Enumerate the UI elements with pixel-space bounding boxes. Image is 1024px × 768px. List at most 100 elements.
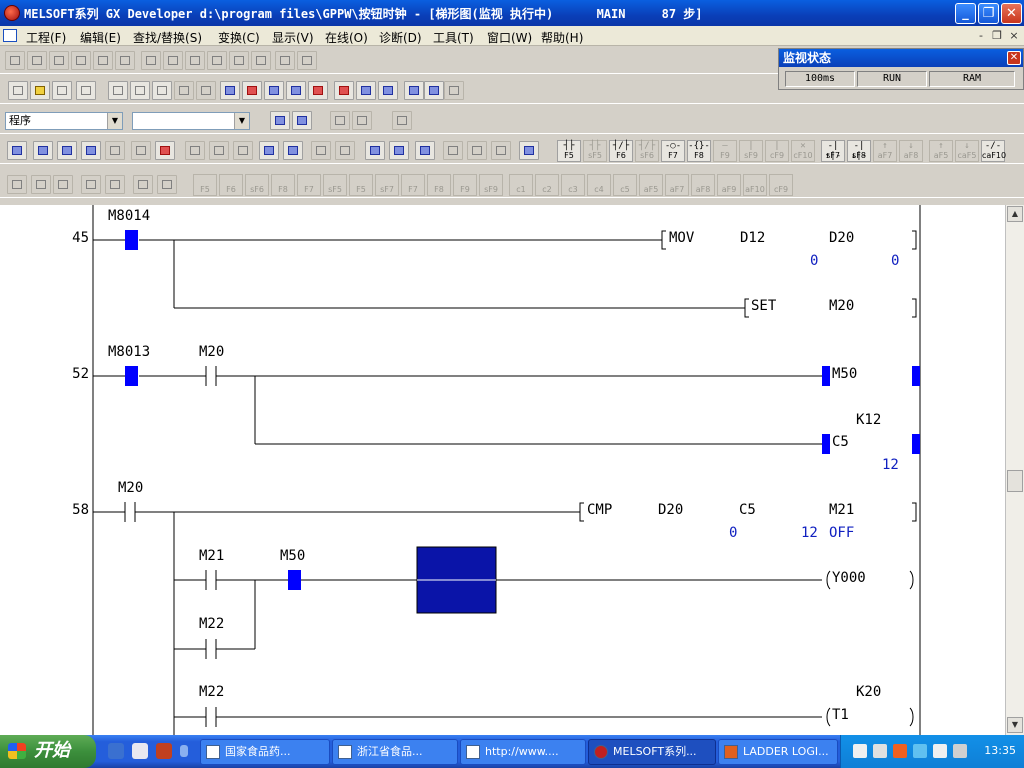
maximize-button[interactable]: ❐ bbox=[978, 3, 999, 24]
toolbar-button-icon[interactable] bbox=[334, 81, 354, 100]
menu-convert[interactable]: 变换(C) bbox=[218, 29, 260, 46]
toolbar-button-icon[interactable] bbox=[5, 51, 25, 70]
toolbar-button-icon[interactable] bbox=[491, 141, 511, 160]
toolbar-button-icon[interactable] bbox=[264, 81, 284, 100]
toolbar-button-icon[interactable] bbox=[53, 175, 73, 194]
menu-help[interactable]: 帮助(H) bbox=[541, 29, 583, 46]
toolbar-button-icon[interactable] bbox=[443, 141, 463, 160]
toolbar-button-icon[interactable] bbox=[81, 141, 101, 160]
ladder-symbol-button[interactable]: ┤├ sF5 bbox=[583, 140, 607, 162]
toolbar-button-icon[interactable] bbox=[415, 141, 435, 160]
app-tray-icon[interactable] bbox=[893, 744, 907, 758]
toolbar-button-icon[interactable] bbox=[105, 175, 125, 194]
menu-online[interactable]: 在线(O) bbox=[325, 29, 368, 46]
toolbar-button-icon[interactable] bbox=[8, 81, 28, 100]
toolbar-button-icon[interactable] bbox=[141, 51, 161, 70]
toolbar-button-icon[interactable] bbox=[356, 81, 376, 100]
toolbar-button-icon[interactable] bbox=[335, 141, 355, 160]
start-button[interactable]: 开始 bbox=[0, 735, 96, 768]
toolbar-button-icon[interactable] bbox=[209, 141, 229, 160]
toolbar-button-icon[interactable] bbox=[152, 81, 172, 100]
toolbar-button-icon[interactable] bbox=[424, 81, 444, 100]
task-button[interactable]: http://www.... bbox=[460, 739, 586, 765]
toolbar-button-icon[interactable] bbox=[7, 175, 27, 194]
ladder-symbol-button[interactable]: aF9 bbox=[717, 174, 741, 196]
app-quicklaunch-icon[interactable] bbox=[156, 743, 172, 759]
toolbar-button-icon[interactable] bbox=[93, 51, 113, 70]
ladder-symbol-button[interactable]: c5 bbox=[613, 174, 637, 196]
toolbar-button-icon[interactable] bbox=[57, 141, 77, 160]
toolbar-button-icon[interactable] bbox=[108, 81, 128, 100]
toolbar-button-icon[interactable] bbox=[352, 111, 372, 130]
menu-project[interactable]: 工程(F) bbox=[26, 29, 66, 46]
toolbar-button-icon[interactable] bbox=[389, 141, 409, 160]
ladder-symbol-button[interactable]: aF10 bbox=[743, 174, 767, 196]
toolbar-button-icon[interactable] bbox=[71, 51, 91, 70]
toolbar-button-icon[interactable] bbox=[229, 51, 249, 70]
toolbar-button-icon[interactable] bbox=[155, 141, 175, 160]
ladder-symbol-button[interactable]: -○- F7 bbox=[661, 140, 685, 162]
ladder-symbol-button[interactable]: ↑ aF7 bbox=[873, 140, 897, 162]
chevron-down-icon[interactable]: ▼ bbox=[234, 113, 249, 129]
toolbar-button-icon[interactable] bbox=[163, 51, 183, 70]
mdi-minimize-button[interactable]: - bbox=[974, 29, 988, 42]
scroll-thumb[interactable] bbox=[1007, 470, 1023, 492]
toolbar-button-icon[interactable] bbox=[519, 141, 539, 160]
toolbar-button-icon[interactable] bbox=[330, 111, 350, 130]
toolbar-button-icon[interactable] bbox=[49, 51, 69, 70]
ladder-symbol-button[interactable]: c1 bbox=[509, 174, 533, 196]
toolbar-button-icon[interactable] bbox=[133, 175, 153, 194]
toolbar-button-icon[interactable] bbox=[207, 51, 227, 70]
ladder-symbol-button[interactable]: F8 bbox=[271, 174, 295, 196]
toolbar-button-icon[interactable] bbox=[404, 81, 424, 100]
ladder-symbol-button[interactable]: ┤├ F5 bbox=[557, 140, 581, 162]
ladder-symbol-button[interactable]: ↓ aF8 bbox=[899, 140, 923, 162]
m8013-contact-on[interactable] bbox=[125, 366, 138, 386]
toolbar-button-icon[interactable] bbox=[467, 141, 487, 160]
secondary-combo[interactable]: ▼ bbox=[132, 112, 250, 130]
toolbar-button-icon[interactable] bbox=[185, 51, 205, 70]
ladder-symbol-button[interactable]: F5 bbox=[349, 174, 373, 196]
menu-find-replace[interactable]: 查找/替换(S) bbox=[133, 29, 202, 46]
close-icon[interactable]: ✕ bbox=[1007, 51, 1021, 65]
minimize-button[interactable]: _ bbox=[955, 3, 976, 24]
ladder-symbol-button[interactable]: sF6 bbox=[245, 174, 269, 196]
mdi-restore-button[interactable]: ❐ bbox=[990, 29, 1004, 42]
toolbar-button-icon[interactable] bbox=[7, 141, 27, 160]
toolbar-button-icon[interactable] bbox=[157, 175, 177, 194]
program-combo[interactable]: 程序 ▼ bbox=[5, 112, 123, 130]
ladder-symbol-button[interactable]: F7 bbox=[297, 174, 321, 196]
melsoft-app-icon[interactable] bbox=[4, 5, 20, 21]
ladder-symbol-button[interactable]: -{}- F8 bbox=[687, 140, 711, 162]
ladder-symbol-button[interactable]: F5 bbox=[193, 174, 217, 196]
toolbar-button-icon[interactable] bbox=[308, 81, 328, 100]
task-button[interactable]: LADDER LOGI... bbox=[718, 739, 838, 765]
ladder-symbol-button[interactable]: ┤/├ F6 bbox=[609, 140, 633, 162]
toolbar-button-icon[interactable] bbox=[270, 111, 290, 130]
toolbar-button-icon[interactable] bbox=[81, 175, 101, 194]
toolbar-button-icon[interactable] bbox=[259, 141, 279, 160]
ladder-symbol-button[interactable]: — F9 bbox=[713, 140, 737, 162]
ladder-symbol-button[interactable]: -|↑|- sF7 bbox=[821, 140, 845, 162]
ladder-symbol-button[interactable]: ↓ caF5 bbox=[955, 140, 979, 162]
document-icon[interactable] bbox=[3, 29, 17, 42]
toolbar-button-icon[interactable] bbox=[130, 81, 150, 100]
ladder-symbol-button[interactable]: | cF9 bbox=[765, 140, 789, 162]
toolbar-button-icon[interactable] bbox=[444, 81, 464, 100]
menu-edit[interactable]: 编辑(E) bbox=[80, 29, 121, 46]
toolbar-button-icon[interactable] bbox=[365, 141, 385, 160]
ladder-diagram-area[interactable]: 45 52 58 M8014 MOV D12 D20 0 0 SET M20 M… bbox=[0, 205, 1005, 735]
toolbar-button-icon[interactable] bbox=[196, 81, 216, 100]
tray-icon[interactable] bbox=[953, 744, 967, 758]
m50-contact-on[interactable] bbox=[288, 570, 301, 590]
toolbar-button-icon[interactable] bbox=[52, 81, 72, 100]
ladder-symbol-button[interactable]: aF8 bbox=[691, 174, 715, 196]
toolbar-button-icon[interactable] bbox=[76, 81, 96, 100]
ladder-symbol-button[interactable]: -|↓|- sF8 bbox=[847, 140, 871, 162]
toolbar-button-icon[interactable] bbox=[174, 81, 194, 100]
toolbar-button-icon[interactable] bbox=[286, 81, 306, 100]
toolbar-button-icon[interactable] bbox=[33, 141, 53, 160]
ladder-symbol-button[interactable]: F8 bbox=[427, 174, 451, 196]
network-icon[interactable] bbox=[913, 744, 927, 758]
help-icon[interactable] bbox=[873, 744, 887, 758]
